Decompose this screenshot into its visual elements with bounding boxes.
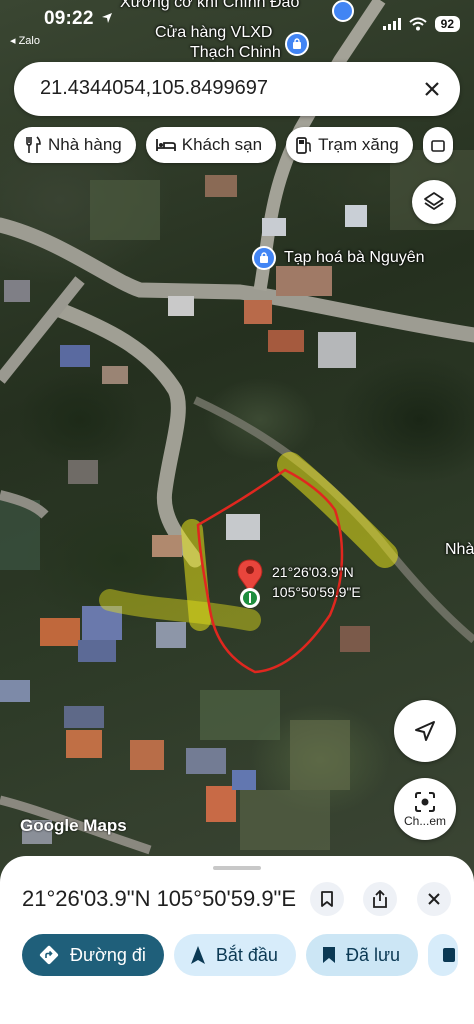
poi-label-right[interactable]: Nhà [445, 541, 474, 559]
chip-more[interactable] [422, 127, 453, 163]
lens-label: Ch...em [403, 813, 446, 828]
building-roof [206, 786, 236, 822]
share-button[interactable] [363, 882, 397, 916]
building-roof [60, 345, 90, 367]
building-roof [78, 640, 116, 662]
chip-label: Trạm xăng [318, 135, 399, 154]
lens-button[interactable]: Ch...em [394, 778, 456, 840]
field-patch [200, 690, 280, 740]
share-icon [373, 890, 387, 908]
poi-label-store-sub[interactable]: Thạch Chinh [190, 44, 281, 62]
more-action-icon [443, 948, 456, 962]
wifi-icon [408, 17, 427, 31]
save-icon-button[interactable] [310, 882, 344, 916]
building-roof [152, 535, 182, 557]
close-icon[interactable] [418, 75, 446, 103]
building-roof [156, 622, 186, 648]
building-roof [102, 366, 128, 384]
building-roof [226, 514, 260, 540]
building-roof [244, 300, 272, 324]
chip-hotel[interactable]: Khách sạn [145, 127, 277, 163]
shopping-icon [430, 140, 445, 152]
poi-pin[interactable] [332, 0, 354, 22]
place-sheet[interactable]: 21°26'03.9"N 105°50'59.9"E Đường đi Bắt … [0, 856, 474, 1024]
sheet-close-button[interactable] [417, 882, 451, 916]
bookmark-filled-icon [322, 947, 335, 963]
status-icons: 92 [382, 16, 460, 32]
building-roof [318, 332, 356, 368]
shopping-pin-icon[interactable] [252, 246, 276, 270]
status-time: 09:22 [44, 8, 113, 30]
poi-label-grocery[interactable]: Tạp hoá bà Nguyên [284, 249, 425, 267]
sheet-drag-handle[interactable] [213, 866, 261, 870]
gas-station-icon [296, 137, 312, 154]
signal-icon [382, 18, 401, 30]
building-roof [4, 280, 30, 302]
chip-label: Nhà hàng [48, 135, 122, 154]
back-to-app[interactable]: ◂ Zalo [10, 34, 40, 47]
layers-icon [424, 192, 444, 210]
category-chips: Nhà hàng Khách sạn Trạm xăng [14, 127, 453, 163]
search-query[interactable]: 21.4344054,105.8499697 [40, 77, 268, 100]
directions-icon [39, 945, 59, 965]
building-roof [40, 618, 80, 646]
poi-label-top[interactable]: Xưởng cơ khí Chính Đào [120, 0, 299, 12]
building-roof [205, 175, 237, 197]
field-patch [290, 720, 350, 790]
layers-button[interactable] [412, 180, 456, 224]
building-roof [0, 680, 30, 702]
navigation-arrow-icon [415, 721, 435, 741]
building-roof [262, 218, 286, 236]
directions-label: Đường đi [70, 944, 146, 965]
chip-gas-station[interactable]: Trạm xăng [286, 127, 413, 163]
saved-button[interactable]: Đã lưu [305, 934, 419, 976]
bookmark-icon [321, 891, 333, 907]
start-button[interactable]: Bắt đầu [173, 934, 296, 976]
building-roof [168, 296, 194, 316]
building-roof [68, 460, 98, 484]
my-location-button[interactable] [394, 700, 456, 762]
start-label: Bắt đầu [215, 944, 278, 965]
chip-label: Khách sạn [181, 135, 263, 154]
search-bar[interactable]: 21.4344054,105.8499697 [14, 62, 460, 116]
poi-label-store[interactable]: Cửa hàng VLXD [155, 24, 272, 42]
building-roof [340, 626, 370, 652]
highlight-stroke [99, 589, 261, 631]
saved-label: Đã lưu [345, 944, 401, 965]
place-title: 21°26'03.9"N 105°50'59.9"E [22, 886, 297, 911]
hotel-icon [155, 139, 176, 151]
location-pin[interactable] [237, 559, 263, 608]
more-action-button[interactable] [428, 934, 459, 976]
close-icon [428, 893, 440, 905]
building-roof [64, 706, 104, 728]
shopping-pin-icon[interactable] [285, 32, 309, 56]
field-patch [240, 790, 330, 850]
directions-button[interactable]: Đường đi [22, 934, 164, 976]
chip-restaurant[interactable]: Nhà hàng [14, 127, 136, 163]
navigation-arrow-icon [190, 946, 205, 964]
building-roof [66, 730, 102, 758]
building-roof [232, 770, 256, 790]
location-arrow-icon [102, 13, 113, 23]
building-roof [276, 266, 332, 296]
action-buttons: Đường đi Bắt đầu Đã lưu [22, 934, 459, 976]
google-maps-logo: Google Maps [20, 816, 127, 835]
restaurant-icon [26, 136, 41, 153]
building-roof [186, 748, 226, 774]
building-roof [268, 330, 304, 352]
highlight-stroke [277, 452, 398, 568]
pin-coordinates-label: 21°26'03.9"N 105°50'59.9"E [272, 564, 361, 600]
battery-indicator: 92 [434, 16, 460, 32]
building-roof [345, 205, 367, 227]
camera-lens-icon [415, 791, 435, 812]
field-patch [90, 180, 160, 240]
building-roof [130, 740, 164, 770]
